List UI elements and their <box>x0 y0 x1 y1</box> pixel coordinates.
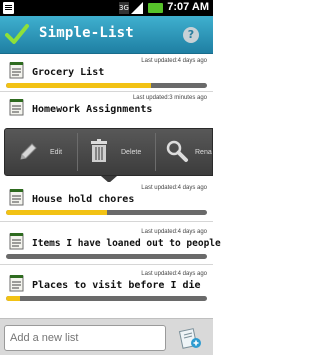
last-updated-text: Last updated:4 days ago <box>141 229 207 235</box>
progress-fill <box>6 83 151 88</box>
list-item[interactable]: Last updated:4 days ago Items I have loa… <box>0 226 221 262</box>
pencil-icon <box>20 143 37 160</box>
list-name: House hold chores <box>32 194 135 205</box>
progress-bar <box>6 296 207 301</box>
rename-label: Rena <box>195 149 212 156</box>
list-name: Homework Assignments <box>32 104 153 115</box>
last-updated-text: Last updated:4 days ago <box>141 271 207 277</box>
notepad-icon <box>9 233 24 250</box>
trash-icon <box>91 139 107 162</box>
divider <box>0 264 213 265</box>
quick-action-bar: Edit Delete Rena <box>4 128 213 183</box>
app-title: Simple-List <box>39 25 134 41</box>
last-updated-text: Last updated:3 minutes ago <box>132 95 207 101</box>
last-updated-text: Last updated:4 days ago <box>141 185 207 191</box>
progress-bar <box>6 210 207 215</box>
delete-button[interactable]: Delete <box>83 129 147 175</box>
list-name: Places to visit before I die <box>32 280 201 291</box>
progress-bar <box>6 83 207 88</box>
magnifier-icon <box>166 140 188 162</box>
battery-icon <box>148 3 163 13</box>
help-button[interactable]: ? <box>183 27 199 43</box>
clock: 7:07 AM <box>167 1 209 13</box>
app-header: Simple-List ? <box>0 16 213 54</box>
action-separator <box>77 133 78 171</box>
action-separator <box>155 133 156 171</box>
progress-fill <box>6 296 21 301</box>
divider <box>0 221 213 222</box>
progress-bar <box>6 254 207 259</box>
new-list-bar <box>0 318 213 355</box>
rename-button[interactable]: Rena <box>161 129 213 175</box>
edit-label: Edit <box>50 149 63 156</box>
list-item[interactable]: Last updated:4 days ago Places to visit … <box>0 268 213 304</box>
edit-button[interactable]: Edit <box>13 129 69 175</box>
last-updated-text: Last updated:4 days ago <box>141 58 207 64</box>
delete-label: Delete <box>121 149 142 156</box>
checkmark-icon <box>5 24 29 44</box>
network-type-icon: 3G <box>119 2 129 14</box>
notepad-icon <box>9 275 24 292</box>
list-name: Grocery List <box>32 67 105 78</box>
list-item[interactable]: Last updated:4 days ago House hold chore… <box>0 182 213 218</box>
list-item[interactable]: Last updated:4 days ago Grocery List <box>0 55 213 91</box>
notification-icon <box>3 2 14 14</box>
notepad-icon <box>9 62 24 79</box>
notepad-icon <box>9 189 24 206</box>
notepad-icon <box>9 99 24 116</box>
new-list-input[interactable] <box>4 325 166 351</box>
add-list-button[interactable] <box>173 325 207 351</box>
progress-fill <box>6 210 107 215</box>
status-bar: 3G 7:07 AM <box>0 0 213 16</box>
signal-icon <box>131 2 143 14</box>
list-item[interactable]: Last updated:3 minutes ago Homework Assi… <box>0 92 213 128</box>
list-name: Items I have loaned out to people <box>32 238 221 249</box>
